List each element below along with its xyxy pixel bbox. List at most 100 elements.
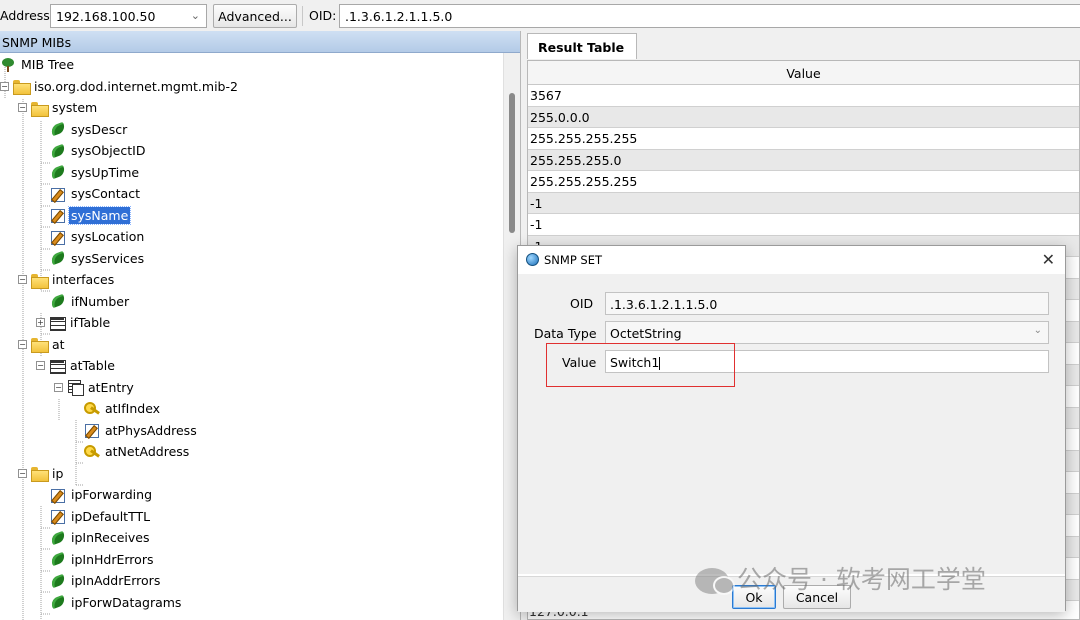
chevron-down-icon[interactable]: ⌄ <box>191 9 200 22</box>
tree-item-label: ip <box>52 465 64 481</box>
tree-item-label: ifTable <box>70 315 111 331</box>
tree-item[interactable]: sysContact <box>50 183 142 205</box>
tree-item-label: atTable <box>70 358 115 374</box>
tree-item[interactable]: ifNumber <box>50 291 131 313</box>
leaf-icon <box>50 574 66 588</box>
address-combobox[interactable]: 192.168.100.50 ⌄ <box>50 4 207 28</box>
table-row[interactable]: 255.0.0.0 <box>528 106 1079 128</box>
collapse-icon[interactable]: − <box>18 275 27 285</box>
tree-item-label: MIB Tree <box>21 57 75 73</box>
tree-item[interactable]: atNetAddress <box>84 441 191 463</box>
tree-item[interactable]: sysObjectID <box>50 140 147 162</box>
wechat-icon <box>695 568 735 595</box>
scrollbar-thumb[interactable] <box>509 93 515 233</box>
leaf-icon <box>50 294 66 308</box>
leaf-icon <box>50 165 66 179</box>
table-row[interactable]: -1 <box>528 214 1079 236</box>
table-row[interactable]: 255.255.255.255 <box>528 171 1079 193</box>
table-row[interactable]: 255.255.255.0 <box>528 149 1079 171</box>
tree-item-label: ipForwDatagrams <box>71 594 182 610</box>
chevron-down-icon[interactable]: ⌄ <box>1034 325 1042 336</box>
table-row[interactable]: -1 <box>528 192 1079 214</box>
mib-tree[interactable]: MIB Tree − iso.org.dod.internet.mgmt.mib-2… <box>0 53 520 620</box>
tree-item-label: ipForwarding <box>71 487 153 503</box>
tree-item-label: at <box>52 336 65 352</box>
folder-icon <box>31 337 49 354</box>
key-icon <box>84 401 100 416</box>
collapse-icon[interactable]: − <box>18 103 27 113</box>
tree-item[interactable]: sysServices <box>50 248 146 270</box>
oid-field[interactable]: .1.3.6.1.2.1.1.5.0 <box>605 292 1049 315</box>
tree-item[interactable]: − at <box>18 334 67 356</box>
key-icon <box>84 444 100 459</box>
oid-input[interactable]: .1.3.6.1.2.1.1.5.0 <box>339 4 1080 28</box>
tree-item[interactable]: sysName <box>50 205 132 227</box>
tree-item[interactable]: − atTable <box>36 355 117 377</box>
expand-icon[interactable]: + <box>36 318 45 328</box>
leaf-icon <box>50 595 66 609</box>
table-cell: -1 <box>530 195 543 211</box>
tree-item[interactable]: − atEntry <box>54 377 136 399</box>
tree-item-label: atNetAddress <box>105 444 190 460</box>
tree-item[interactable]: − interfaces <box>18 269 116 291</box>
watermark: 公众号 · 软考网工学堂 <box>695 560 986 596</box>
table-cell: 255.255.255.255 <box>530 174 638 189</box>
tree-item[interactable]: ipDefaultTTL <box>50 506 152 528</box>
folder-icon <box>13 79 31 96</box>
collapse-icon[interactable]: − <box>18 468 27 478</box>
tree-item-label: sysName <box>67 205 132 225</box>
mib-panel: SNMP MIBs MIB Tree − iso.org.dod.interne… <box>0 31 521 620</box>
tree-item[interactable]: atIfIndex <box>84 398 162 420</box>
table-row[interactable]: 3567 <box>528 85 1079 107</box>
dialog-body: OID .1.3.6.1.2.1.1.5.0 Data Type OctetSt… <box>518 274 1065 574</box>
tree-item[interactable]: sysUpTime <box>50 162 141 184</box>
tree-item-label: system <box>52 100 98 116</box>
data-type-label: Data Type <box>534 326 597 341</box>
tree-item-label: sysUpTime <box>71 164 140 180</box>
tree-item[interactable]: − system <box>18 97 99 119</box>
tree-item[interactable]: atPhysAddress <box>84 420 199 442</box>
advanced-button[interactable]: Advanced... <box>213 4 297 28</box>
table-icon <box>49 359 66 374</box>
tree-item-label: iso.org.dod.internet.mgmt.mib-2 <box>34 78 238 94</box>
leaf-icon <box>50 251 66 265</box>
table-row[interactable]: 255.255.255.255 <box>528 128 1079 150</box>
red-highlight-box <box>546 343 735 387</box>
tree-item[interactable]: − iso.org.dod.internet.mgmt.mib-2 <box>0 76 240 98</box>
leaf-icon <box>50 144 66 158</box>
tree-item[interactable]: ipForwDatagrams <box>50 592 183 614</box>
tree-item[interactable]: ipInAddrErrors <box>50 570 162 592</box>
leaf-icon <box>50 122 66 136</box>
collapse-icon[interactable]: − <box>18 339 27 349</box>
data-type-select[interactable]: OctetString ⌄ <box>605 321 1049 344</box>
tree-item[interactable]: − ip <box>18 463 65 485</box>
tree-item[interactable]: ipForwarding <box>50 484 154 506</box>
tree-item-label: ipDefaultTTL <box>71 508 151 524</box>
collapse-icon[interactable]: − <box>36 361 45 371</box>
dialog-title: SNMP SET <box>544 253 603 267</box>
tree-item[interactable]: ipInReceives <box>50 527 151 549</box>
tree-item[interactable]: + ifTable <box>36 312 112 334</box>
dialog-titlebar: SNMP SET ✕ <box>518 246 1065 274</box>
tree-item[interactable]: sysLocation <box>50 226 146 248</box>
tree-item[interactable]: MIB Tree <box>0 54 76 76</box>
tree-item-label: ipInAddrErrors <box>71 573 161 589</box>
tree-item[interactable]: ipInHdrErrors <box>50 549 155 571</box>
collapse-icon[interactable]: − <box>54 382 63 392</box>
column-header-value[interactable]: Value <box>528 61 1079 85</box>
tree-item[interactable]: sysDescr <box>50 119 129 141</box>
panel-header: SNMP MIBs <box>0 31 520 53</box>
leaf-icon <box>50 552 66 566</box>
edit-icon <box>50 187 66 202</box>
tree-item-label: atPhysAddress <box>105 422 197 438</box>
tree-item-label: sysDescr <box>71 121 128 137</box>
table-icon <box>49 316 66 331</box>
globe-icon <box>526 253 539 266</box>
entry-icon <box>67 380 84 397</box>
close-icon[interactable]: ✕ <box>1042 250 1055 269</box>
tree-item-label: sysObjectID <box>71 143 146 159</box>
tree-item-label: atEntry <box>88 379 134 395</box>
collapse-icon[interactable]: − <box>0 81 9 91</box>
tab-result-table[interactable]: Result Table <box>527 33 637 59</box>
oid-label: OID: <box>309 8 337 23</box>
